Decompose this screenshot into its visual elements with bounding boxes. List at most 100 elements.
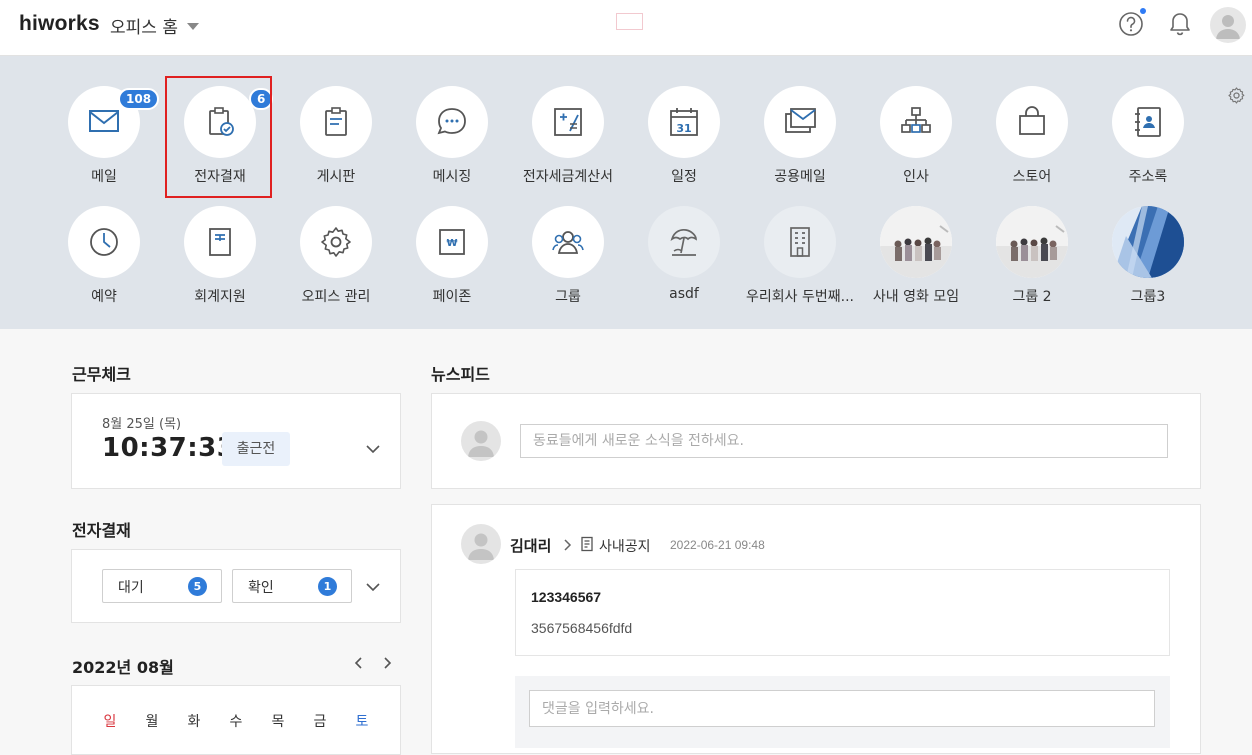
app-label: 오피스 관리 [301,289,371,305]
ledger-icon [209,228,231,256]
app-예약[interactable]: 예약 [46,206,162,310]
app-전자세금계산서[interactable]: 전자세금계산서 [510,86,626,190]
post-author-avatar[interactable] [461,524,501,564]
chevron-right-icon[interactable] [380,656,394,670]
app-그룹3[interactable]: 그룹3 [1090,206,1206,310]
post-content-box: 123346567 3567568456fdfd [515,569,1170,656]
app-icon-circle [764,86,836,158]
app-페이존[interactable]: ₩ 페이존 [394,206,510,310]
calendar-weekday-header: 일 [103,714,117,730]
app-label: asdf [669,286,699,302]
approval-title: 전자결재 [72,521,131,540]
app-게시판[interactable]: 게시판 [278,86,394,190]
app-icon-circle [1112,206,1184,278]
calendar-icon: 31 [670,108,698,136]
chevron-down-icon[interactable] [365,579,381,595]
compose-input[interactable] [520,424,1168,458]
chat-bubble-icon [437,108,466,135]
calendar-weekday-header: 금 [313,714,327,730]
app-icon-circle [880,206,952,278]
building-icon [790,227,810,257]
gear-icon[interactable] [1227,86,1246,105]
app-label: 메일 [91,169,117,185]
app-메일[interactable]: 108 메일 [46,86,162,190]
post-author-name[interactable]: 김대리 [510,535,551,556]
app-label: 전자세금계산서 [522,169,614,185]
won-icon: ₩ [439,229,465,255]
app-그룹-2[interactable]: 그룹 2 [974,206,1090,310]
photo-people-icon [996,206,1068,278]
app-label: 예약 [91,289,117,305]
post-board-link[interactable]: 사내공지 [599,536,651,556]
approval-waiting-button[interactable]: 대기 5 [102,569,222,603]
app-label: 그룹 [555,289,581,305]
calendar-month-title: 2022년 08월 [72,658,174,677]
app-사내-영화-모임[interactable]: 사내 영화 모임 [858,206,974,310]
compose-avatar [461,421,501,461]
clock-icon [90,228,118,256]
app-icon-circle [184,206,256,278]
approval-waiting-count: 5 [188,577,207,596]
app-icon-circle: ₩ [416,206,488,278]
app-label: 게시판 [316,169,356,185]
top-navigation-bar: hiworks 오피스 홈 [0,0,1252,56]
app-label: 주소록 [1128,169,1168,185]
app-icon-circle [764,206,836,278]
bell-icon[interactable] [1166,10,1194,38]
app-스토어[interactable]: 스토어 [974,86,1090,190]
tax-invoice-icon [554,108,582,136]
approval-confirm-button[interactable]: 확인 1 [232,569,352,603]
app-icon-circle [880,86,952,158]
center-placeholder-image [616,13,643,30]
chevron-right-icon [564,539,572,551]
office-home-label: 오피스 홈 [110,18,178,38]
app-label: 회계지원 [194,289,246,305]
chevron-down-icon[interactable] [365,441,381,457]
app-그룹[interactable]: 그룹 [510,206,626,310]
hiworks-logo[interactable]: hiworks [19,12,100,36]
app-오피스-관리[interactable]: 오피스 관리 [278,206,394,310]
notification-dot [1140,8,1146,14]
calendar-weekday-header: 월 [145,714,159,730]
attendance-date: 8월 25일 (목) [102,417,182,432]
app-label: 전자결재 [194,169,246,185]
org-chart-icon [901,107,931,133]
comment-input[interactable] [529,690,1155,727]
calendar-weekday-header: 목 [271,714,285,730]
app-icon-circle [68,206,140,278]
app-icon-circle [996,206,1068,278]
approval-card: 대기 5 확인 1 [71,549,401,623]
app-주소록[interactable]: 주소록 [1090,86,1206,190]
calendar-weekday-header: 수 [229,714,243,730]
app-asdf[interactable]: asdf [626,206,742,310]
chevron-left-icon[interactable] [352,656,366,670]
app-공용메일[interactable]: 공용메일 [742,86,858,190]
app-icon-circle [532,86,604,158]
app-회계지원[interactable]: 회계지원 [162,206,278,310]
app-label: 인사 [903,169,929,185]
app-일정[interactable]: 31 일정 [626,86,742,190]
beach-umbrella-icon [670,228,697,256]
attendance-status-button[interactable]: 출근전 [222,432,290,466]
caret-down-icon [186,23,199,30]
app-label: 스토어 [1012,169,1052,185]
user-avatar[interactable] [1210,7,1246,43]
gear-icon [321,227,351,257]
app-우리회사-두번째...[interactable]: 우리회사 두번째... [742,206,858,310]
app-icon-circle: 31 [648,86,720,158]
app-전자결재[interactable]: 6 전자결재 [162,86,278,190]
office-home-dropdown[interactable]: 오피스 홈 [110,13,199,38]
app-icon-circle [532,206,604,278]
app-label: 페이존 [432,289,472,305]
approval-confirm-count: 1 [318,577,337,596]
person-silhouette-icon [468,533,494,560]
calendar-weekday-header: 화 [187,714,201,730]
board-icon [325,107,347,136]
app-인사[interactable]: 인사 [858,86,974,190]
app-메시징[interactable]: 메시징 [394,86,510,190]
address-book-icon [1135,107,1161,137]
help-icon[interactable] [1117,10,1145,38]
shared-mail-icon [785,108,816,133]
person-silhouette-icon [1216,15,1240,39]
app-label: 그룹3 [1130,289,1166,305]
